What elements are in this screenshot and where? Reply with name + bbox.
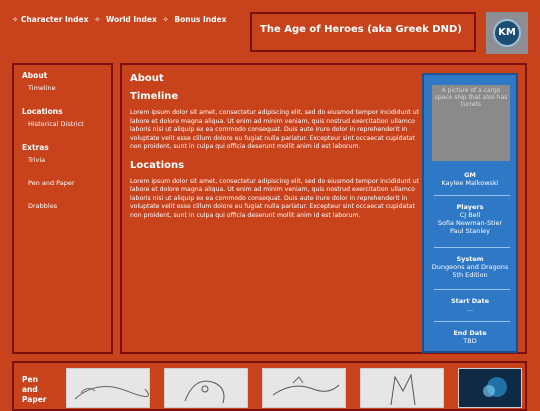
info-box: A picture of a cargo space ship that als… [422,73,518,353]
nav-link-bonus-index[interactable]: Bonus Index [174,15,226,24]
about-heading: About [130,73,164,84]
ship-image-placeholder: A picture of a cargo space ship that als… [432,85,510,161]
sidebar-heading-about[interactable]: About [22,71,111,80]
sidebar-heading-extras[interactable]: Extras [22,143,111,152]
content-column: About Timeline Lorem ipsum dolor sit ame… [130,73,420,220]
gallery-label-line: Pen [22,375,38,384]
timeline-heading: Timeline [130,91,179,102]
player-name: CJ Bell [459,211,481,219]
start-date-label: Start Date [450,297,490,305]
gallery-label-line: Paper [22,395,47,404]
sidebar-item-trivia[interactable]: Trivia [28,156,111,164]
nav-star-icon: ✧ [162,15,169,24]
art-thumbnail[interactable] [458,368,522,408]
page-title-box: The Age of Heroes (aka Greek DND) [250,12,476,52]
end-date-value: TBD [463,337,477,345]
end-date-section: End Date TBD [430,329,510,345]
gm-label: GM [464,171,476,179]
nav-star-icon: ✧ [12,15,19,24]
nav-link-character-index[interactable]: Character Index [21,15,89,24]
sidebar: About Timeline Locations Historical Dist… [12,63,113,354]
sidebar-item-timeline[interactable]: Timeline [28,84,111,92]
sidebar-item-historical-district[interactable]: Historical District [28,120,111,128]
sketch-drawing [272,376,340,396]
sketch-drawing [184,380,225,404]
sketch-thumbnail[interactable] [262,368,346,408]
avatar[interactable]: KM [486,12,528,54]
players-label: Players [456,203,484,211]
sketch-thumbnail[interactable] [66,368,150,408]
gm-section: GM Kaylee Malkowski [430,171,510,187]
end-date-label: End Date [453,329,487,337]
gallery-label: Pen and Paper [22,375,47,405]
divider [434,195,510,196]
start-date-section: Start Date ... [430,297,510,313]
sketch-thumbnail[interactable] [164,368,248,408]
gallery-strip: Pen and Paper [12,361,527,411]
players-section: Players CJ Bell Sofia Newman-Stier Paul … [430,203,510,235]
gallery-label-line: and [22,385,38,394]
art-drawing [483,377,507,397]
start-date-value: ... [466,305,474,313]
gm-value: Kaylee Malkowski [441,179,499,187]
divider [434,247,510,248]
avatar-logo: KM [493,19,521,47]
timeline-text: Lorem ipsum dolor sit amet, consectetur … [130,109,420,150]
nav-link-world-index[interactable]: World Index [106,15,157,24]
system-section: System Dungeons and Dragons 5th Edition [430,255,510,279]
system-value: Dungeons and Dragons 5th Edition [431,263,509,279]
sidebar-heading-locations[interactable]: Locations [22,107,111,116]
page-title: The Age of Heroes (aka Greek DND) [260,24,462,35]
player-name: Sofia Newman-Stier [437,219,503,227]
divider [434,321,510,322]
sketch-drawing [390,373,416,406]
nav-star-icon: ✧ [94,15,101,24]
sketch-drawing [74,386,149,400]
locations-heading: Locations [130,159,185,171]
divider [434,289,510,290]
sidebar-item-drabbles[interactable]: Drabbles [28,202,111,210]
locations-text: Lorem ipsum dolor sit amet, consectetur … [130,177,420,219]
sidebar-item-pen-and-paper[interactable]: Pen and Paper [28,179,111,187]
system-label: System [456,255,484,263]
player-name: Paul Stanley [449,227,491,235]
sketch-thumbnail[interactable] [360,368,444,408]
main-content: About Timeline Lorem ipsum dolor sit ame… [120,63,527,354]
top-nav: ✧ Character Index ✧ World Index ✧ Bonus … [12,15,226,24]
